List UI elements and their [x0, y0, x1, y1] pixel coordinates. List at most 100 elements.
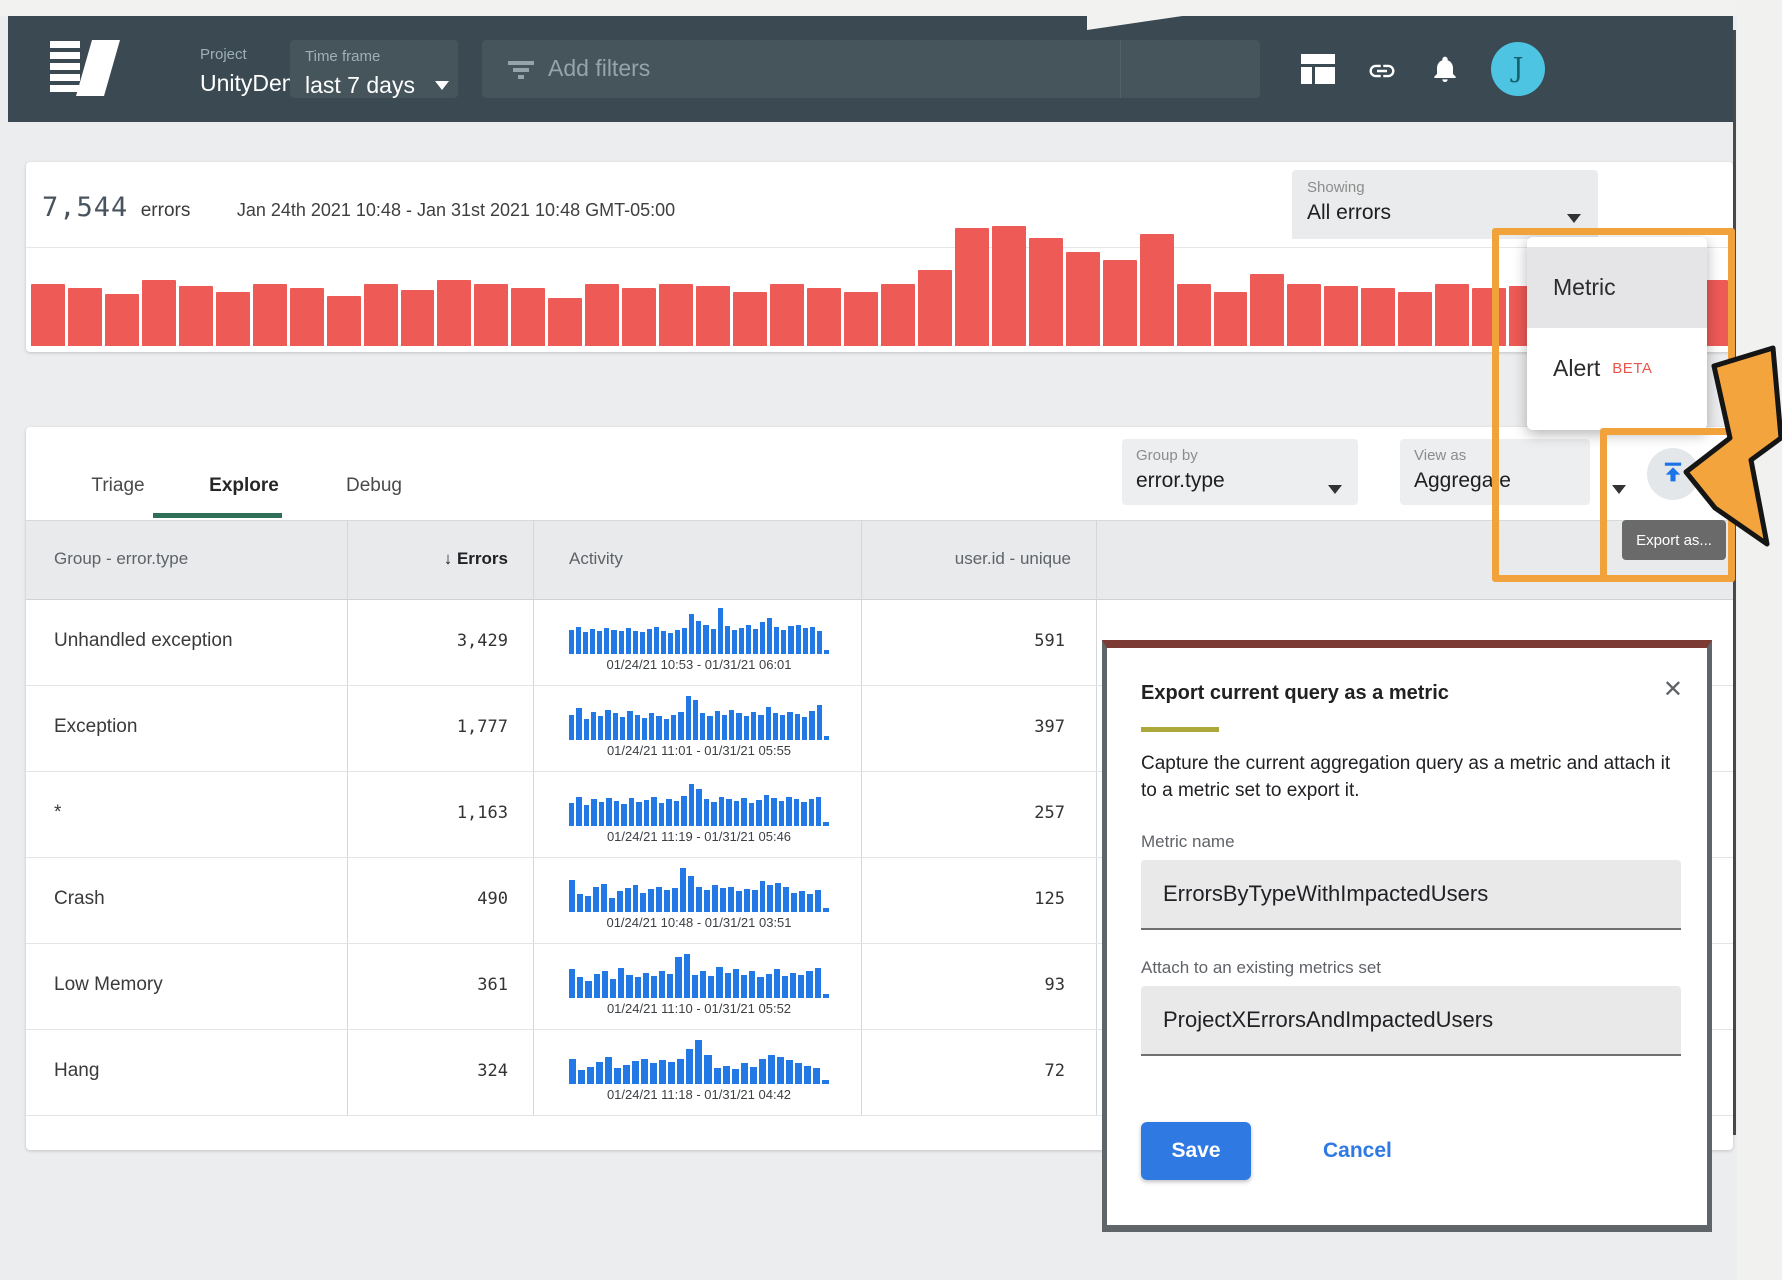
sparkline-bar	[656, 716, 661, 740]
sparkline-bar	[732, 1069, 739, 1084]
sparkline-bar	[822, 1080, 829, 1084]
histogram-bar	[142, 280, 176, 346]
column-header-errors[interactable]: ↓ Errors	[347, 549, 508, 569]
timeframe-selector[interactable]: Time frame last 7 days	[290, 40, 458, 98]
sparkline-bar	[625, 888, 631, 912]
timeframe-label: Time frame	[305, 48, 458, 65]
sparkline-bar	[791, 893, 797, 912]
sparkline-bar	[815, 968, 821, 998]
sparkline-bar	[756, 800, 761, 826]
column-header-activity[interactable]: Activity	[569, 549, 623, 569]
dashboard-layout-icon[interactable]	[1301, 54, 1335, 88]
column-header-group[interactable]: Group - error.type	[54, 549, 188, 569]
histogram-bar	[622, 288, 656, 346]
activity-sparkline	[569, 952, 829, 998]
attach-field[interactable]	[1141, 986, 1681, 1056]
activity-sparkline	[569, 1038, 829, 1084]
sparkline-bar	[779, 801, 784, 826]
view-as-value: Aggregate	[1414, 469, 1590, 493]
notifications-bell-icon[interactable]	[1429, 53, 1463, 87]
sparkline-bar	[619, 631, 624, 654]
link-icon[interactable]	[1365, 56, 1399, 90]
sparkline-bar	[760, 622, 765, 654]
group-by-dropdown[interactable]: Group by error.type	[1122, 439, 1358, 505]
metric-name-field[interactable]	[1141, 860, 1681, 930]
tab-triage[interactable]: Triage	[91, 475, 144, 497]
sparkline-bar	[795, 1063, 802, 1084]
sparkline-bar	[626, 628, 631, 654]
sparkline-bar	[627, 711, 632, 740]
cell-errors: 490	[347, 889, 508, 909]
sparkline-bar	[750, 1067, 757, 1084]
sparkline-bar	[823, 822, 828, 826]
table-header: Group - error.type ↓ Errors Activity use…	[26, 520, 1733, 600]
histogram-bar	[401, 290, 435, 346]
active-tab-underline	[153, 513, 282, 518]
sparkline-bar	[696, 887, 702, 912]
sparkline-bar	[577, 977, 583, 998]
tab-debug[interactable]: Debug	[346, 475, 402, 497]
save-button[interactable]: Save	[1141, 1122, 1251, 1180]
column-header-users[interactable]: user.id - unique	[871, 549, 1071, 569]
histogram-bar	[1250, 274, 1284, 346]
histogram-bar	[1214, 292, 1248, 346]
activity-sparkline	[569, 866, 829, 912]
tab-explore[interactable]: Explore	[209, 475, 279, 497]
sparkline-bar	[569, 715, 574, 740]
sparkline-bar	[716, 967, 722, 998]
activity-period: 01/24/21 10:48 - 01/31/21 03:51	[569, 915, 829, 930]
cell-activity: 01/24/21 10:53 - 01/31/21 06:01	[569, 608, 829, 672]
sparkline-bar	[751, 712, 756, 740]
sparkline-bar	[569, 969, 575, 998]
sparkline-bar	[671, 715, 676, 740]
cell-group: Exception	[54, 716, 137, 738]
error-count: 7,544	[42, 192, 128, 223]
sparkline-bar	[668, 633, 673, 654]
sparkline-bar	[692, 975, 698, 998]
sparkline-bar	[648, 889, 654, 912]
view-as-dropdown[interactable]: View as Aggregate	[1400, 439, 1590, 505]
sparkline-bar	[696, 789, 701, 826]
error-histogram	[31, 226, 1728, 346]
sparkline-bar	[715, 711, 720, 740]
sparkline-bar	[733, 969, 739, 998]
sparkline-bar	[700, 713, 705, 740]
metric-name-label: Metric name	[1141, 832, 1681, 852]
sparkline-bar	[583, 632, 588, 654]
sparkline-bar	[766, 974, 772, 998]
sparkline-bar	[696, 621, 701, 654]
menu-item-label: Alert	[1553, 355, 1600, 382]
histogram-bar	[1066, 252, 1100, 346]
export-button[interactable]	[1647, 448, 1699, 500]
view-as-chevron-icon[interactable]	[1612, 485, 1626, 494]
menu-item-alert[interactable]: AlertBETA	[1527, 328, 1707, 409]
menu-item-metric[interactable]: Metric	[1527, 247, 1707, 328]
group-by-value: error.type	[1136, 469, 1358, 493]
histogram-bar	[918, 270, 952, 346]
filters-divider	[1120, 40, 1121, 98]
sparkline-bar	[723, 1066, 730, 1084]
backtrace-logo-icon[interactable]	[50, 40, 122, 96]
cell-group: Low Memory	[54, 974, 163, 996]
cell-errors: 361	[347, 975, 508, 995]
sparkline-bar	[703, 625, 708, 654]
cancel-button[interactable]: Cancel	[1317, 1138, 1398, 1164]
sparkline-bar	[725, 973, 731, 998]
add-filters-input[interactable]: Add filters	[482, 40, 1260, 98]
cell-activity: 01/24/21 11:18 - 01/31/21 04:42	[569, 1038, 829, 1102]
cell-users: 72	[911, 1061, 1065, 1081]
sparkline-bar	[728, 887, 734, 912]
cell-group: Hang	[54, 1060, 99, 1082]
sparkline-bar	[824, 650, 829, 654]
sparkline-bar	[741, 798, 746, 826]
histogram-bar	[585, 284, 619, 346]
sparkline-bar	[823, 908, 829, 912]
summary-line: 7,544 errors Jan 24th 2021 10:48 - Jan 3…	[42, 192, 675, 223]
sparkline-bar	[767, 618, 772, 654]
sparkline-bar	[659, 1060, 666, 1084]
cell-activity: 01/24/21 11:10 - 01/31/21 05:52	[569, 952, 829, 1016]
cell-group: *	[54, 802, 61, 824]
export-metric-modal: ✕ Export current query as a metric Captu…	[1102, 640, 1712, 1232]
user-avatar[interactable]: J	[1491, 42, 1545, 96]
sparkline-bar	[605, 1057, 612, 1084]
